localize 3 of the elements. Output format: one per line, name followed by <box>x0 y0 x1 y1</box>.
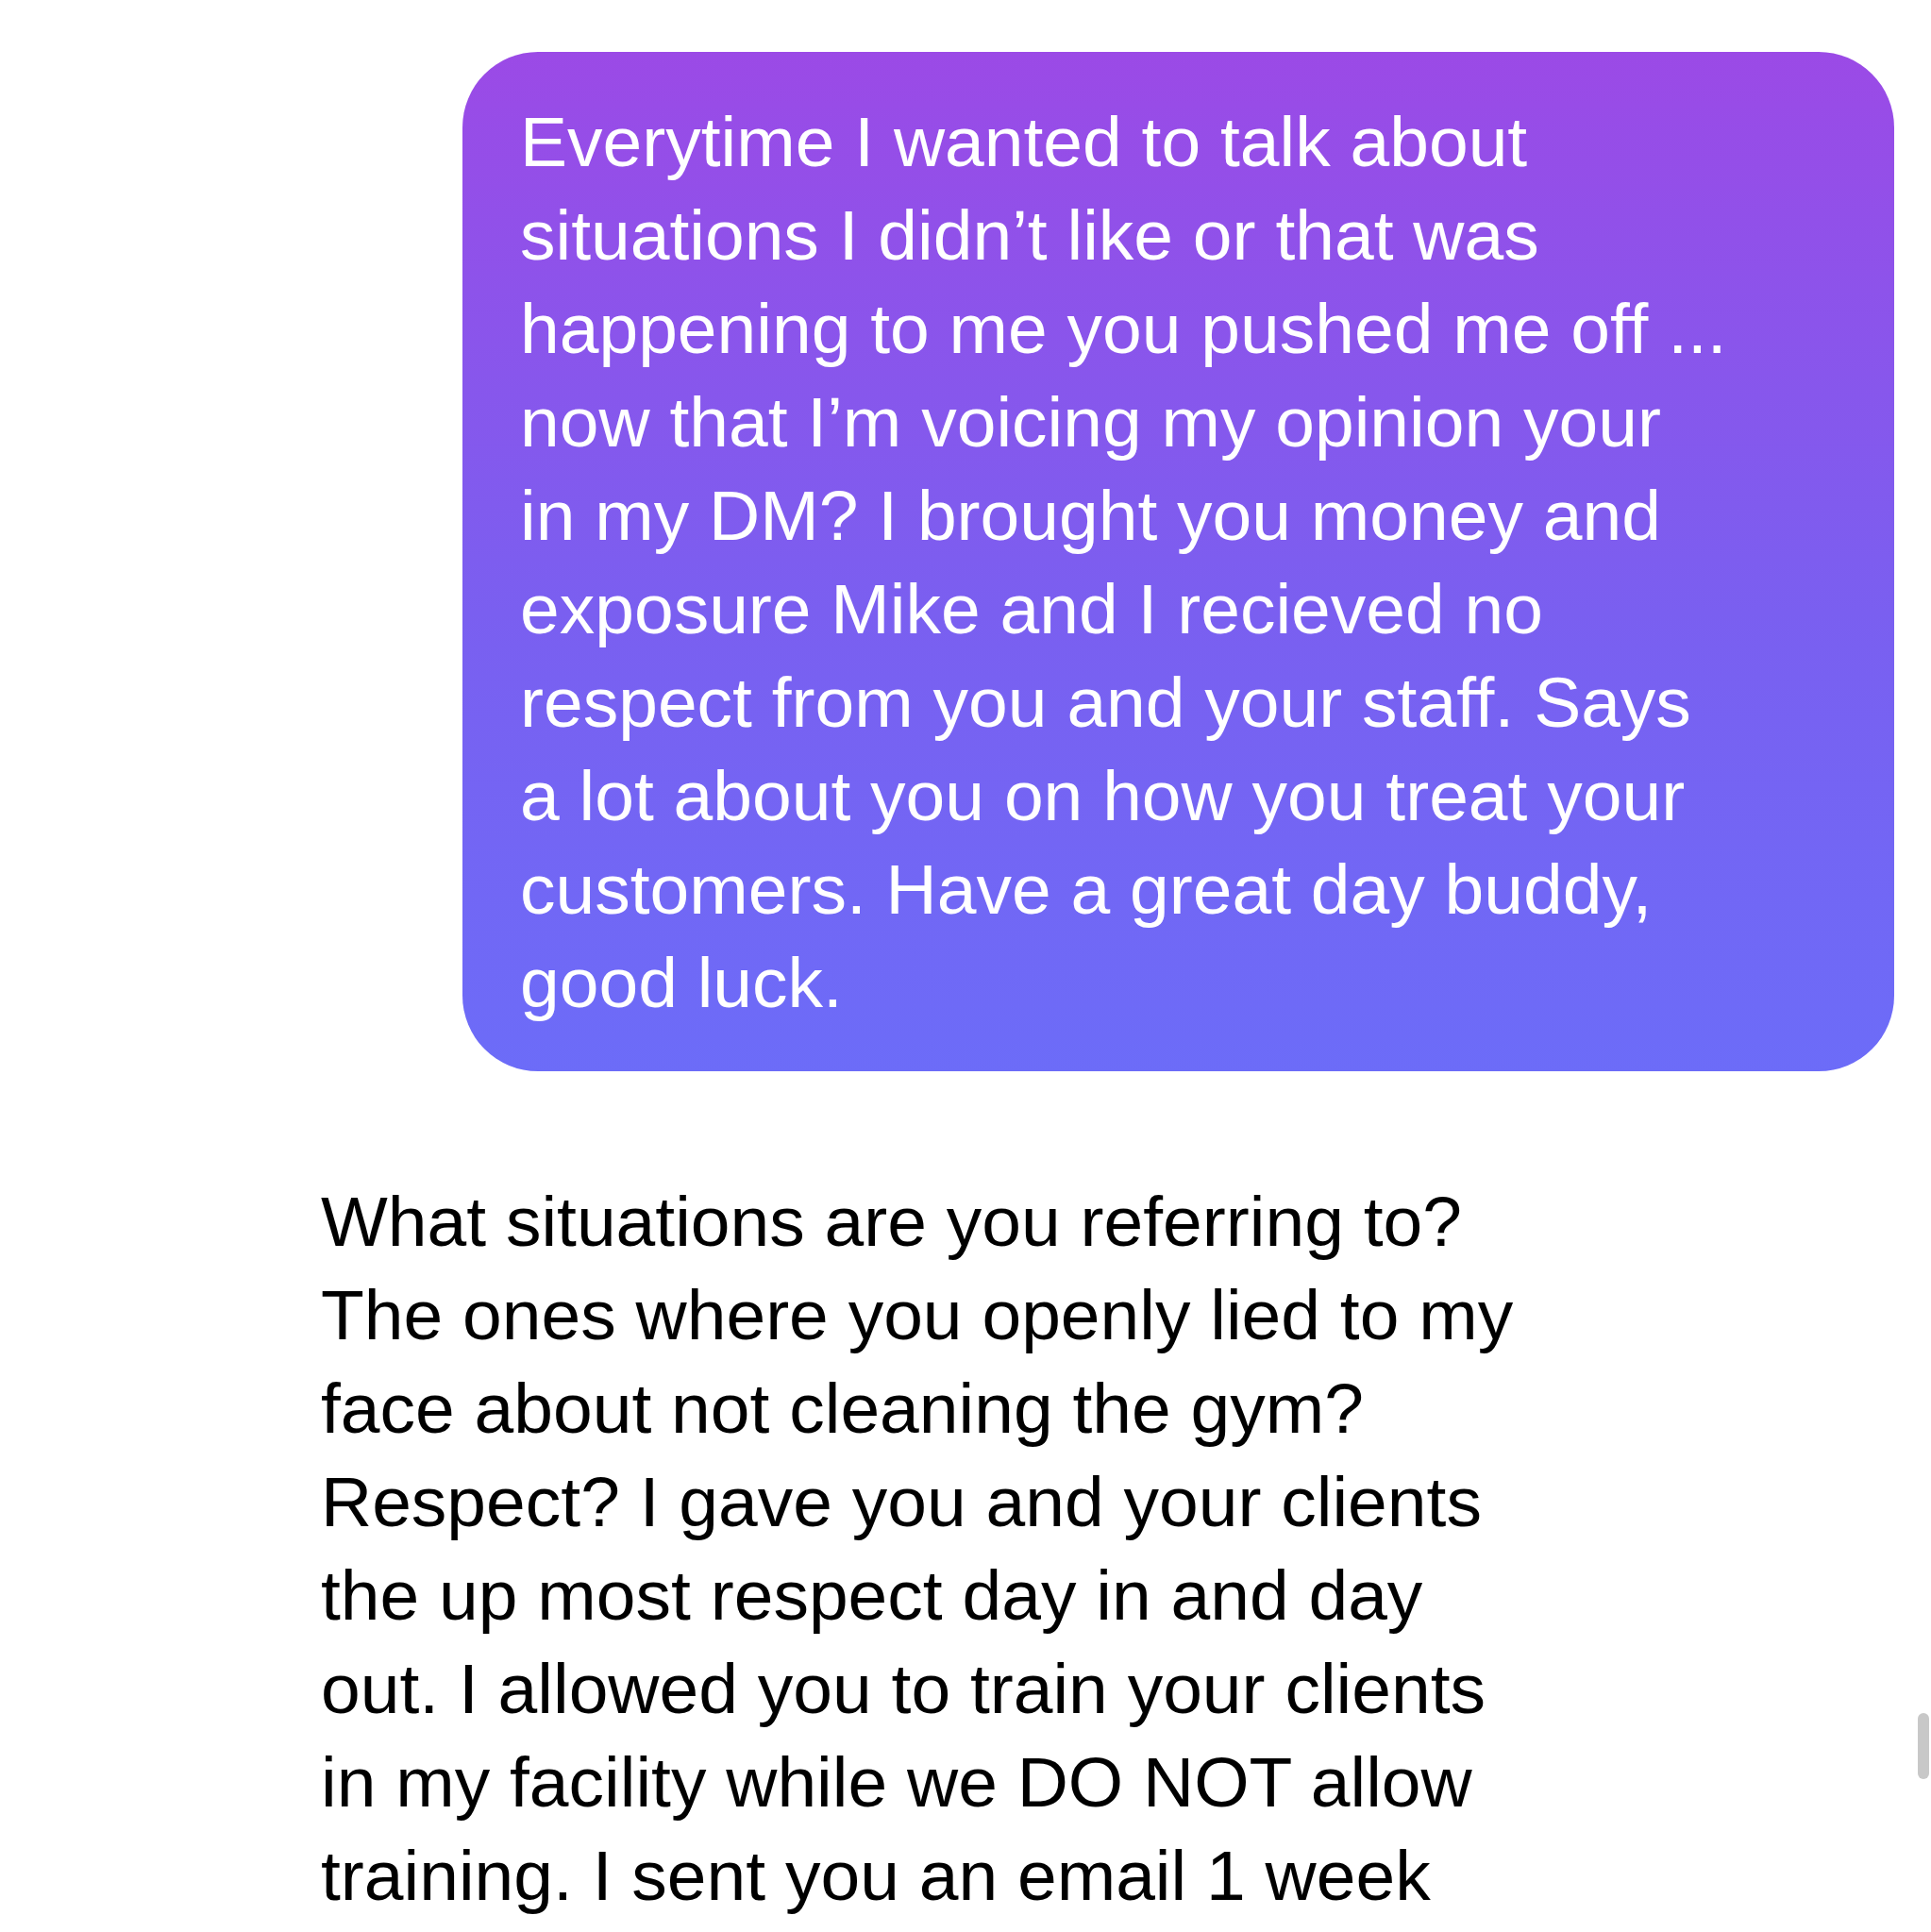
scroll-indicator <box>1918 1713 1929 1779</box>
message-text: What situations are you referring to? The ones where you openly lied to my face about not cleaning the gym? Respect? I gave you and your clients the up most respect day in and day out. I allowed you to train your clients in my facility while we DO NOT allow training. I sent you an email 1 week <box>321 1181 1514 1917</box>
message-text: Everytime I wanted to talk about situations I didn’t like or that was happening to me you pushed me off ... now that I’m voicing my opinion your in my DM? I brought you money and exposure Mike and I recieved no respect from you and your staff. Says a lot about you on how you treat your customers. Have a great day buddy, good luck. <box>520 101 1728 1024</box>
